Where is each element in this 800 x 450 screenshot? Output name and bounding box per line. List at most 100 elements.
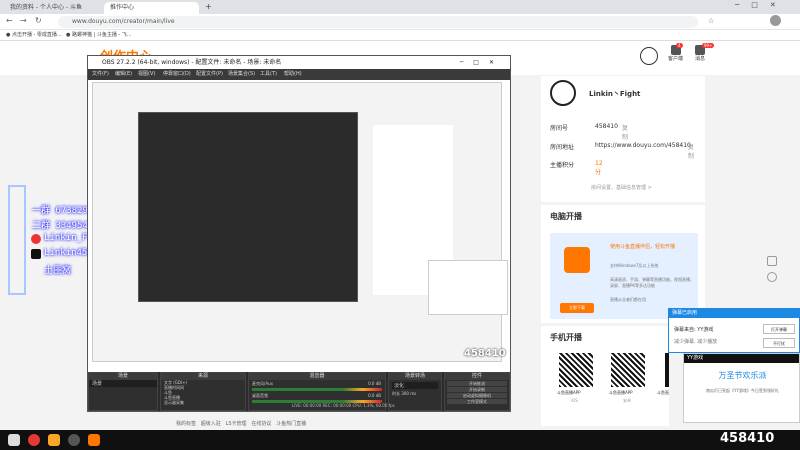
bottom-nav-join[interactable]: 超级入驻 [201, 421, 221, 427]
tab-profile[interactable]: 我的资料 - 个人中心 - 斗鱼 [4, 2, 99, 14]
scenes-header: 场景 [89, 373, 157, 380]
copy-room-number[interactable]: 复制 [622, 123, 628, 141]
qr-code-android [611, 353, 645, 387]
app-android-name: 斗鱼直播APP [609, 390, 633, 395]
studio-mode-button[interactable]: 工作室模式 [447, 399, 507, 404]
qr-code-ios [559, 353, 593, 387]
obs-menu-bar: 文件(F) 编辑(E) 视图(V) 停靠窗口(D) 配置文件(P) 场景集合(S… [88, 69, 510, 80]
room-watermark: 458410 [720, 431, 775, 446]
tiktok-icon [31, 249, 41, 259]
browser-toolbar: ← → ↻ www.douyu.com/creator/main/live ☆ [0, 14, 800, 30]
pc-live-desc-2: 高清画质、手游、弹幕等直播功能，视频直播、录屏、直播PK等多达功能 [610, 277, 694, 288]
mixer-meter-mic[interactable] [252, 388, 382, 391]
qr-code-third [665, 353, 669, 387]
bottom-nav-protocol[interactable]: 在线协议 [251, 421, 271, 427]
obs-menu-tools[interactable]: 工具(T) [260, 69, 277, 80]
companion-app-icon [564, 247, 590, 273]
preview-room-number: 458410 [464, 348, 506, 359]
pc-live-card-title: 使用斗鱼直播伴侣，轻松开播 [610, 244, 676, 250]
side-toolbar [765, 250, 779, 310]
overlay-tag: 土匪窝 [44, 266, 72, 276]
chrome-icon[interactable] [28, 434, 40, 446]
profile-name: Linkin丶Fight [589, 90, 641, 98]
avatar[interactable] [770, 15, 781, 26]
yy-game-headline: 万圣节欢乐派 [718, 371, 767, 380]
danmaku-popup: 弹幕已启用 弹幕来自: YY游戏 减少弹幕, 减少播放 打开弹幕 不打扰 [668, 308, 800, 353]
douyu-fish-icon[interactable] [640, 47, 658, 65]
start-icon[interactable] [8, 434, 20, 446]
obs-window-controls[interactable]: ─□✕ [460, 56, 504, 69]
client-nav[interactable]: 4 客户端 [668, 43, 683, 62]
star-icon[interactable]: ☆ [708, 17, 714, 25]
app-ios-os: iOS [571, 398, 578, 403]
do-not-disturb-button[interactable]: 不打扰 [763, 338, 795, 348]
message-nav[interactable]: 99+ 消息 [695, 43, 715, 62]
side-icon-help[interactable] [767, 272, 777, 282]
mobile-live-title: 手机开播 [550, 333, 582, 342]
side-icon-feedback[interactable] [767, 256, 777, 266]
obs-menu-edit[interactable]: 编辑(E) [115, 69, 132, 80]
obs-transition-dock: 场景转场 淡化 时长 300 ms [388, 372, 442, 411]
obs-menu-profile[interactable]: 配置文件(P) [196, 69, 223, 80]
overlay-frame [8, 185, 26, 295]
reload-icon[interactable]: ↻ [35, 16, 42, 25]
pc-live-desc-3: 直播从业者们都在用 [610, 297, 646, 302]
yy-game-popup-title: YY游戏 [684, 354, 799, 363]
transition-duration-label: 时长 [392, 391, 400, 396]
client-badge: 4 [676, 43, 683, 48]
bottom-nav-card[interactable]: LS卡管理 [226, 421, 247, 427]
sources-list[interactable]: 文字 (GDI+) 直播时间间 斗鱼 斗鱼直播 显示器采集 [161, 380, 245, 405]
bottom-nav-hot[interactable]: 斗鱼热门直播 [276, 421, 306, 427]
back-icon[interactable]: ← [6, 16, 13, 25]
douyu-icon[interactable] [88, 434, 100, 446]
room-number-row: 房间号 458410 复制 [550, 123, 629, 141]
obs-menu-view[interactable]: 视图(V) [138, 69, 155, 80]
obs-scenes-dock: 场景 场景 [88, 372, 158, 411]
obs-menu-file[interactable]: 文件(F) [92, 69, 109, 80]
new-tab-icon[interactable]: + [205, 2, 212, 11]
yy-game-text: 南瓜灯已亮起《YY游戏》今日签到领好礼 [706, 388, 779, 393]
obs-menu-help[interactable]: 帮助(H) [284, 69, 302, 80]
start-streaming-button[interactable]: 开始推流 [447, 381, 507, 386]
obs-icon[interactable] [68, 434, 80, 446]
room-settings-link[interactable]: 房间设置、基础信息管理 > [591, 184, 652, 191]
obs-preview[interactable]: 458410 [88, 80, 510, 372]
app-android-os: 安卓 [623, 398, 631, 403]
address-bar[interactable]: www.douyu.com/creator/main/live [58, 16, 698, 28]
obs-menu-scenes[interactable]: 场景集合(S) [228, 69, 255, 80]
yy-game-popup: YY游戏 万圣节欢乐派 南瓜灯已亮起《YY游戏》今日签到领好礼 [683, 353, 800, 423]
window-controls[interactable]: ─□✕ [735, 1, 788, 9]
message-badge: 99+ [702, 43, 715, 48]
pc-live-desc-1: 支持Windows7及以上系统 [610, 263, 659, 268]
scene-item[interactable]: 场景 [89, 380, 157, 387]
virtual-camera-button[interactable]: 启动虚拟摄像机 [447, 393, 507, 398]
profile-card: Linkin丶Fight 房间号 458410 复制 房间地址 https://www… [541, 76, 705, 202]
taskbar: 458410 [0, 430, 800, 450]
download-button[interactable]: 立即下载 [560, 303, 594, 313]
weibo-icon [31, 234, 41, 244]
tab-creator[interactable]: 推作中心 [104, 2, 199, 14]
pc-live-section: 电脑开播 使用斗鱼直播伴侣，轻松开播 支持Windows7及以上系统 高清画质、… [541, 205, 705, 323]
source-item[interactable]: 显示器采集 [164, 400, 245, 405]
pc-live-card: 使用斗鱼直播伴侣，轻松开播 支持Windows7及以上系统 高清画质、手游、弹幕… [550, 233, 698, 319]
transition-select[interactable]: 淡化 [392, 382, 438, 389]
mixer-channel-mic: 麦克风/Aux 0.0 dB [249, 380, 385, 392]
bottom-nav-tags[interactable]: 我的标签 [176, 421, 196, 427]
app-ios-name: 斗鱼直播APP [557, 390, 581, 395]
transition-header: 场景转场 [389, 373, 441, 380]
transition-duration[interactable]: 300 ms [401, 391, 416, 396]
copy-room-url[interactable]: 复制 [688, 142, 694, 160]
danmaku-popup-source: 弹幕来自: YY游戏 [674, 327, 714, 333]
preview-nested-obs [138, 112, 358, 302]
obs-menu-dock[interactable]: 停靠窗口(D) [163, 69, 191, 80]
pc-live-title: 电脑开播 [550, 212, 582, 221]
folder-icon[interactable] [48, 434, 60, 446]
bookmark-1[interactable]: ● 点击开播 - 零成直播... [6, 30, 62, 41]
forward-icon[interactable]: → [20, 16, 27, 25]
sources-header: 来源 [161, 373, 245, 380]
app-third-name: 斗鱼直播 [657, 390, 669, 395]
preview-nested-popup [428, 260, 508, 315]
bookmark-2[interactable]: ● 路螺神猫 | 斗鱼主播 - 飞... [66, 30, 132, 41]
open-danmaku-button[interactable]: 打开弹幕 [763, 324, 795, 334]
start-recording-button[interactable]: 开始录制 [447, 387, 507, 392]
